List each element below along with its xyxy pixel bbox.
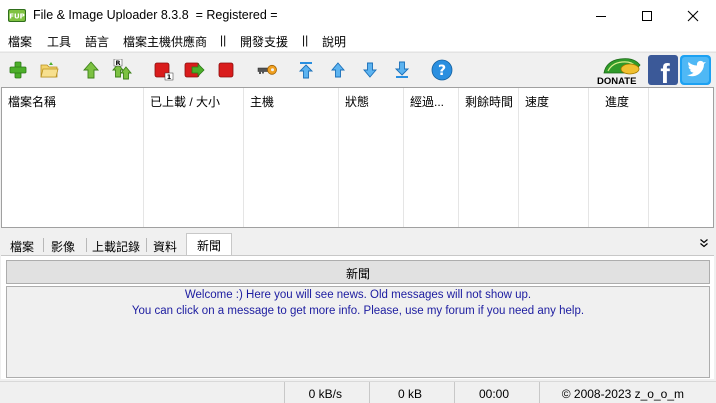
twitter-button[interactable] [680, 55, 711, 85]
title-bar: FUP File & Image Uploader 8.3.8 = Regist… [0, 0, 716, 31]
stop-all-button[interactable] [214, 58, 238, 82]
key-icon [257, 64, 277, 75]
status-copyright: © 2008-2023 z_o_o_m [539, 382, 716, 403]
collapse-panel-icon[interactable] [699, 238, 709, 248]
menu-bar: 檔案 工具 語言 檔案主機供應商 || 開發支援 || 說明 [0, 31, 716, 51]
svg-text:FUP: FUP [9, 13, 25, 21]
open-folder-button[interactable] [37, 58, 61, 82]
menu-language[interactable]: 語言 [85, 33, 109, 50]
status-elapsed-time: 00:00 [454, 382, 539, 403]
add-icon [9, 61, 27, 79]
column-header-uploaded-size[interactable]: 已上載 / 大小 [144, 88, 244, 227]
tab-separator [146, 238, 147, 252]
move-top-icon [298, 62, 314, 79]
move-down-button[interactable] [358, 58, 382, 82]
open-folder-icon [40, 62, 59, 78]
column-header-elapsed[interactable]: 經過... [404, 88, 459, 227]
money-icon [603, 58, 641, 75]
column-label: 檔案名稱 [8, 95, 57, 109]
move-down-icon [363, 62, 377, 78]
transfer-icon [184, 62, 205, 78]
close-button[interactable] [670, 0, 716, 31]
column-label: 經過... [410, 95, 445, 109]
stop-all-icon [218, 62, 234, 78]
maximize-icon [642, 10, 652, 21]
column-label: 進度 [605, 95, 630, 109]
stop-icon: 1 [154, 62, 174, 81]
menu-file[interactable]: 檔案 [8, 33, 32, 50]
tab-images[interactable]: 影像 [45, 235, 81, 255]
column-header-speed[interactable]: 速度 [519, 88, 589, 227]
add-files-button[interactable] [6, 58, 30, 82]
menu-separator: || [302, 33, 309, 47]
facebook-button[interactable]: f [648, 55, 678, 89]
news-panel: 新聞 Welcome :) Here you will see news. Ol… [1, 255, 714, 379]
tab-separator [86, 238, 87, 252]
column-header-host[interactable]: 主機 [244, 88, 339, 227]
news-message[interactable]: You can click on a message to get more i… [7, 305, 709, 317]
column-label: 剩餘時間 [465, 95, 514, 109]
column-header-file-name[interactable]: 檔案名稱 [2, 88, 144, 227]
move-up-button[interactable] [326, 58, 350, 82]
resume-upload-icon: R [112, 59, 132, 80]
status-total-size: 0 kB [369, 382, 454, 403]
news-header-button[interactable]: 新聞 [6, 260, 710, 284]
tab-files[interactable]: 檔案 [4, 235, 40, 255]
upload-icon [83, 61, 99, 79]
tab-separator [43, 238, 44, 252]
upload-button[interactable] [79, 58, 103, 82]
status-bar: 0 kB/s 0 kB 00:00 © 2008-2023 z_o_o_m [0, 381, 716, 403]
status-speed: 0 kB/s [284, 382, 369, 403]
minimize-button[interactable] [578, 0, 624, 31]
column-label: 主機 [250, 95, 275, 109]
column-label: 速度 [525, 95, 550, 109]
window-title: File & Image Uploader 8.3.8 = Registered… [33, 8, 278, 22]
svg-text:R: R [115, 59, 120, 67]
minimize-icon [596, 15, 606, 17]
move-bottom-button[interactable] [390, 58, 414, 82]
tab-data[interactable]: 資料 [148, 235, 182, 255]
bottom-tab-strip: 檔案 影像 上載記錄 資料 新聞 [0, 233, 716, 256]
tab-upload-log[interactable]: 上載記錄 [88, 235, 144, 255]
app-logo-icon: FUP [8, 9, 26, 22]
upload-list[interactable]: 檔案名稱 已上載 / 大小 主機 狀態 經過... 剩餘時間 速度 進度 [1, 87, 714, 228]
donate-label: DONATE [597, 76, 637, 87]
svg-text:?: ? [438, 63, 446, 79]
menu-tools[interactable]: 工具 [47, 33, 71, 50]
transfer-button[interactable] [182, 58, 206, 82]
column-header-status[interactable]: 狀態 [339, 88, 404, 227]
menu-file-hosts[interactable]: 檔案主機供應商 [123, 33, 207, 50]
toolbar: R 1 ? DONATE f [0, 52, 716, 89]
stop-button[interactable]: 1 [152, 58, 176, 82]
menu-separator: || [220, 33, 227, 47]
close-icon [687, 10, 699, 21]
news-message-list[interactable]: Welcome :) Here you will see news. Old m… [6, 286, 710, 378]
svg-text:f: f [660, 58, 670, 85]
tab-news[interactable]: 新聞 [186, 233, 232, 256]
column-label: 狀態 [345, 95, 370, 109]
help-icon: ? [431, 59, 453, 81]
menu-support-development[interactable]: 開發支援 [240, 33, 288, 50]
maximize-button[interactable] [624, 0, 670, 31]
move-bottom-icon [394, 61, 410, 78]
twitter-bird-icon [680, 55, 711, 85]
column-label: 已上載 / 大小 [150, 95, 221, 109]
svg-text:1: 1 [167, 73, 172, 81]
news-message[interactable]: Welcome :) Here you will see news. Old m… [7, 289, 709, 301]
facebook-icon: f [648, 55, 678, 89]
help-button[interactable]: ? [430, 58, 454, 82]
donate-button[interactable]: DONATE [596, 55, 646, 87]
resume-upload-button[interactable]: R [110, 58, 134, 82]
move-up-icon [331, 62, 345, 78]
accounts-button[interactable] [255, 58, 279, 82]
column-header-progress[interactable]: 進度 [589, 88, 649, 227]
move-top-button[interactable] [294, 58, 318, 82]
column-header-remaining-time[interactable]: 剩餘時間 [459, 88, 519, 227]
menu-help[interactable]: 說明 [322, 33, 346, 50]
